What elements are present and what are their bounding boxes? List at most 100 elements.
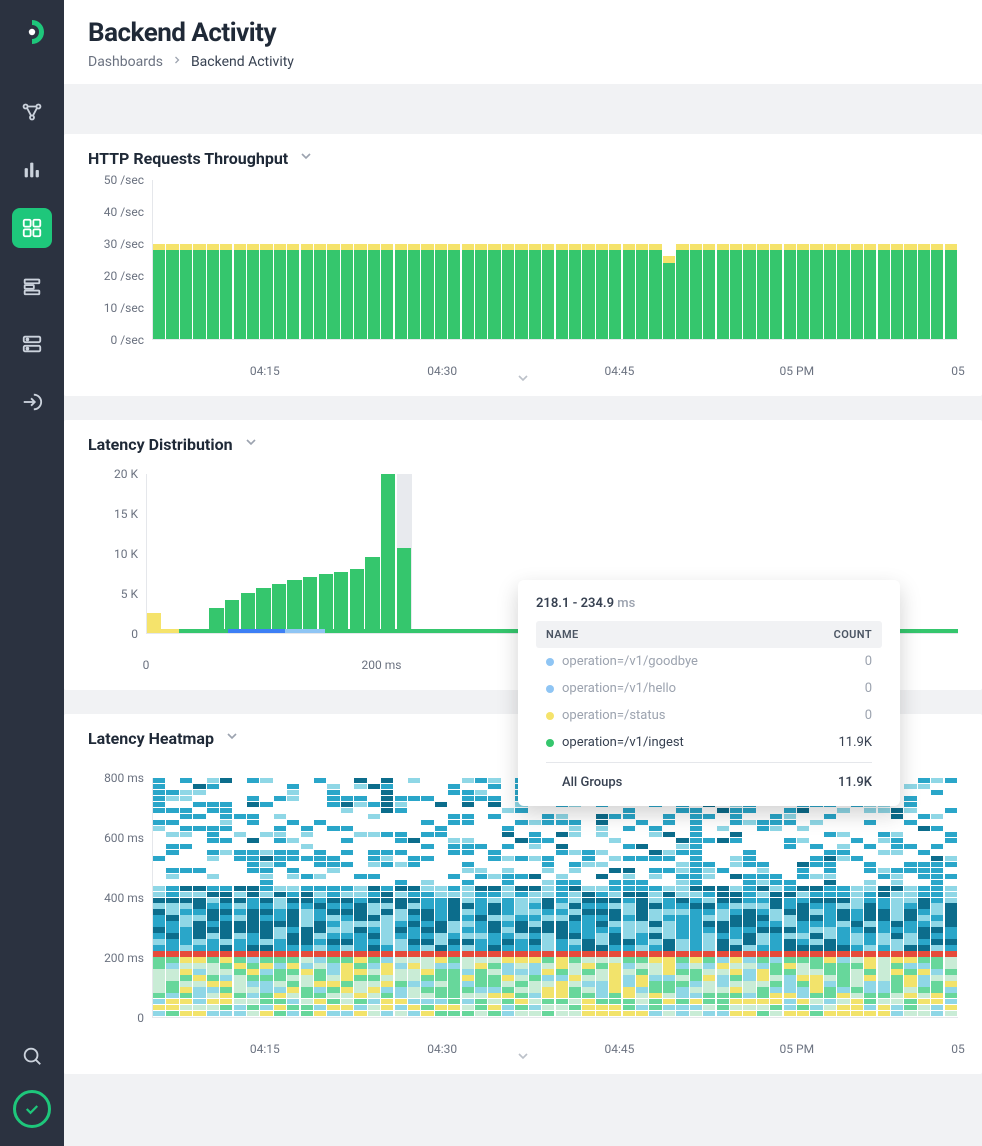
heatmap-cell <box>824 832 836 837</box>
heatmap-cell <box>743 957 755 962</box>
expand-chevron-icon[interactable] <box>515 370 531 390</box>
heatmap-cell <box>287 939 299 944</box>
heatmap-cell <box>797 927 809 932</box>
heatmap-cell <box>327 802 339 807</box>
heatmap-cell <box>609 933 621 938</box>
heatmap-cell <box>837 981 849 986</box>
heatmap-cell <box>408 909 420 914</box>
heatmap-cell <box>220 1005 232 1010</box>
legend-segment <box>285 629 326 633</box>
heatmap-cell <box>395 993 407 998</box>
heatmap-cell <box>663 993 675 998</box>
throughput-chart[interactable]: 50 /sec40 /sec30 /sec20 /sec10 /sec0 /se… <box>88 180 958 340</box>
heatmap-cell <box>931 892 943 897</box>
heatmap-cell <box>287 1011 299 1016</box>
heatmap-cell <box>864 933 876 938</box>
heatmap-cell <box>743 945 755 950</box>
heatmap-cell <box>327 826 339 831</box>
heatmap-cell <box>636 1011 648 1016</box>
heatmap-cell <box>260 856 272 861</box>
heatmap-cell <box>569 915 581 920</box>
heatmap-cell <box>717 987 729 992</box>
heatmap-cell <box>945 951 957 956</box>
heatmap-cell <box>314 820 326 825</box>
heatmap-cell <box>475 921 487 926</box>
heatmap-cell <box>207 874 219 879</box>
heatmap-cell <box>743 939 755 944</box>
heatmap-cell <box>784 903 796 908</box>
heatmap-cell <box>757 987 769 992</box>
heatmap-cell <box>676 921 688 926</box>
heatmap-cell <box>904 868 916 873</box>
signin-icon[interactable] <box>12 382 52 422</box>
heatmap-cell <box>596 999 608 1004</box>
heatmap-cell <box>837 945 849 950</box>
heatmap-cell <box>448 915 460 920</box>
heatmap-cell <box>690 898 702 903</box>
heatmap-cell <box>301 933 313 938</box>
heatmap-cell <box>757 898 769 903</box>
heatmap-cell <box>623 874 635 879</box>
heatmap-cell <box>153 915 165 920</box>
heatmap-cell <box>421 880 433 885</box>
heatmap-cell <box>663 933 675 938</box>
heatmap-cell <box>703 814 715 819</box>
heatmap-cell <box>166 903 178 908</box>
heatmap-cell <box>703 951 715 956</box>
heatmap-cell <box>703 981 715 986</box>
heatmap-cell <box>274 987 286 992</box>
heatmap-cell <box>690 1005 702 1010</box>
heatmap-cell <box>408 939 420 944</box>
heatmap-cell <box>462 844 474 849</box>
heatmap-cell <box>596 826 608 831</box>
heatmap-cell <box>475 927 487 932</box>
bars-icon[interactable] <box>12 150 52 190</box>
bar <box>529 250 541 339</box>
heatmap-cell <box>529 1011 541 1016</box>
heatmap-cell <box>703 999 715 1004</box>
heatmap-cell <box>368 981 380 986</box>
heatmap-cell <box>180 814 192 819</box>
heatmap-cell <box>529 1005 541 1010</box>
bar <box>690 244 702 250</box>
heatmap-cell <box>327 921 339 926</box>
heatmap-cell <box>717 975 729 980</box>
chevron-down-icon[interactable] <box>243 434 259 454</box>
heatmap-cell <box>596 963 608 968</box>
heatmap-cell <box>636 927 648 932</box>
heatmap-cell <box>743 975 755 980</box>
heatmap-cell <box>529 844 541 849</box>
expand-chevron-icon[interactable] <box>515 1048 531 1068</box>
heatmap-cell <box>690 868 702 873</box>
heatmap-cell <box>891 957 903 962</box>
layers-icon[interactable] <box>12 266 52 306</box>
search-icon[interactable] <box>12 1036 52 1076</box>
heatmap-cell <box>314 939 326 944</box>
grid-icon[interactable] <box>12 208 52 248</box>
heatmap-cell <box>797 945 809 950</box>
heatmap-cell <box>395 903 407 908</box>
heatmap-cell <box>663 975 675 980</box>
heatmap-cell <box>918 921 930 926</box>
heatmap-cell <box>368 993 380 998</box>
heatmap-cell <box>824 921 836 926</box>
status-ok-icon[interactable] <box>13 1090 51 1128</box>
heatmap-cell <box>247 886 259 891</box>
heatmap-cell <box>837 1005 849 1010</box>
heatmap-cell <box>542 987 554 992</box>
chevron-down-icon[interactable] <box>224 728 240 748</box>
server-icon[interactable] <box>12 324 52 364</box>
nodes-icon[interactable] <box>12 92 52 132</box>
heatmap-chart[interactable]: 800 ms600 ms400 ms200 ms0 04:1504:3004:4… <box>88 778 958 1018</box>
heatmap-cell <box>381 1011 393 1016</box>
breadcrumb-root[interactable]: Dashboards <box>88 54 163 70</box>
heatmap-cell <box>784 898 796 903</box>
heatmap-cell <box>529 963 541 968</box>
chevron-down-icon[interactable] <box>298 148 314 168</box>
heatmap-cell <box>837 909 849 914</box>
heatmap-cell <box>502 868 514 873</box>
heatmap-cell <box>435 993 447 998</box>
heatmap-cell <box>220 975 232 980</box>
heatmap-cell <box>918 933 930 938</box>
heatmap-cell <box>274 903 286 908</box>
